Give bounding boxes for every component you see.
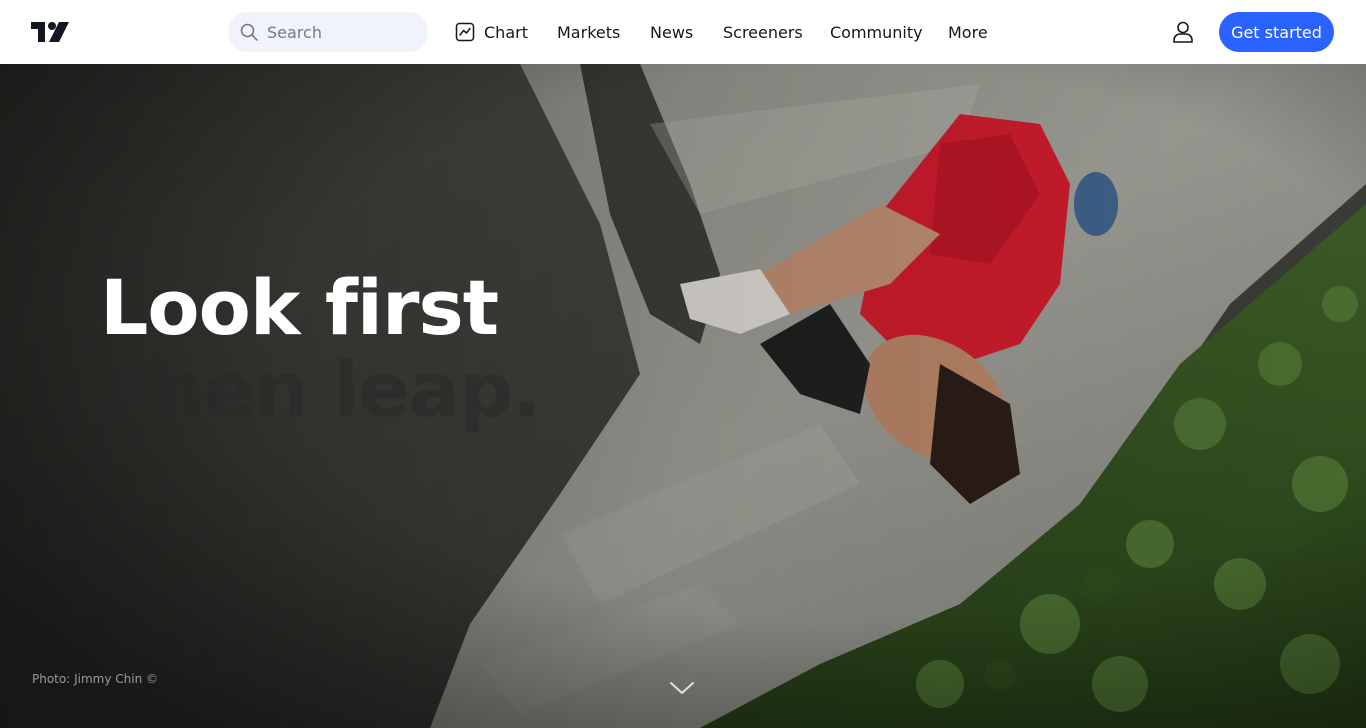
hero-headline-primary: Look first bbox=[100, 263, 499, 352]
get-started-button[interactable]: Get started bbox=[1219, 12, 1334, 52]
chevron-down-icon[interactable] bbox=[669, 680, 695, 696]
nav-screeners[interactable]: Screeners bbox=[723, 12, 803, 52]
nav-more[interactable]: More bbox=[948, 12, 988, 52]
photo-credit: Photo: Jimmy Chin © bbox=[32, 672, 158, 686]
nav-chart[interactable]: Chart bbox=[455, 12, 528, 52]
nav-chart-label: Chart bbox=[484, 22, 528, 42]
hero-headline-secondary: Then leap. bbox=[100, 345, 541, 434]
nav-community[interactable]: Community bbox=[830, 12, 923, 52]
top-navigation-bar: Search Chart Markets News Screeners Comm… bbox=[0, 0, 1366, 64]
search-icon bbox=[240, 23, 258, 41]
chart-icon bbox=[455, 22, 475, 42]
nav-news[interactable]: News bbox=[650, 12, 693, 52]
tradingview-logo-icon[interactable] bbox=[31, 20, 69, 44]
search-input[interactable]: Search bbox=[228, 12, 428, 52]
hero-section: Look first Then leap. Photo: Jimmy Chin … bbox=[0, 64, 1366, 728]
search-placeholder: Search bbox=[267, 22, 322, 42]
user-icon[interactable] bbox=[1170, 19, 1196, 45]
nav-markets[interactable]: Markets bbox=[557, 12, 620, 52]
